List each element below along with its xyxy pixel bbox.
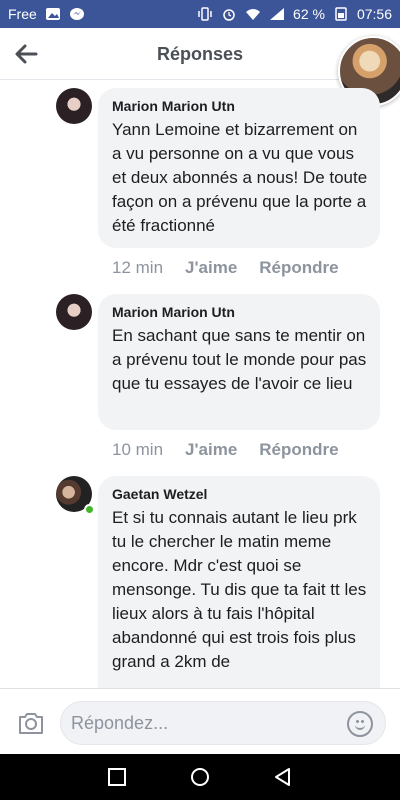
comment-text: En sachant que sans te mentir on a préve…	[112, 326, 367, 393]
replies-list[interactable]: Marion Marion Utn Yann Lemoine et bizarr…	[0, 80, 400, 688]
reply-button[interactable]: Répondre	[259, 258, 338, 278]
android-nav-bar	[0, 754, 400, 800]
comment-author[interactable]: Marion Marion Utn	[112, 98, 368, 114]
signal-icon	[270, 8, 285, 20]
wifi-icon	[246, 9, 261, 20]
comment-bubble[interactable]: Marion Marion Utn Yann Lemoine et bizarr…	[98, 88, 380, 248]
comment-meta: 10 min J'aime Répondre	[112, 440, 339, 460]
vibrate-icon	[198, 7, 212, 21]
reply-input-placeholder: Répondez...	[71, 712, 169, 733]
reply-input[interactable]: Répondez...	[60, 701, 386, 745]
comment-text: Et si tu connais autant le lieu prk tu l…	[112, 508, 367, 671]
comment-meta: 12 min J'aime Répondre	[112, 258, 339, 278]
emoji-icon[interactable]	[347, 711, 373, 737]
online-status-dot	[84, 504, 95, 515]
comment-time: 12 min	[112, 258, 164, 277]
status-bar: Free 62 % 07:56	[0, 0, 400, 28]
comment-time: 10 min	[112, 440, 164, 459]
circle-icon[interactable]	[189, 766, 211, 788]
comment-author[interactable]: Marion Marion Utn	[112, 304, 368, 320]
comment-bubble[interactable]: Gaetan Wetzel Et si tu connais autant le…	[98, 476, 380, 688]
carrier-label: Free	[8, 6, 37, 22]
reply-composer: Répondez...	[0, 688, 400, 754]
clock: 07:56	[356, 6, 392, 22]
battery-icon	[335, 7, 347, 21]
square-icon[interactable]	[106, 766, 128, 788]
like-button[interactable]: J'aime	[185, 258, 237, 278]
image-icon	[45, 8, 60, 20]
avatar[interactable]	[56, 294, 92, 330]
triangle-back-icon[interactable]	[272, 766, 294, 788]
battery-percent: 62 %	[293, 6, 325, 22]
comment-bubble[interactable]: Marion Marion Utn En sachant que sans te…	[98, 294, 380, 430]
camera-icon[interactable]	[16, 709, 46, 737]
comment-text: Yann Lemoine et bizarrement on a vu pers…	[112, 120, 368, 235]
like-button[interactable]: J'aime	[185, 440, 237, 460]
reply-button[interactable]: Répondre	[259, 440, 338, 460]
alarm-icon	[223, 9, 235, 21]
avatar[interactable]	[56, 88, 92, 124]
messenger-icon	[69, 8, 84, 20]
comment-author[interactable]: Gaetan Wetzel	[112, 486, 368, 502]
